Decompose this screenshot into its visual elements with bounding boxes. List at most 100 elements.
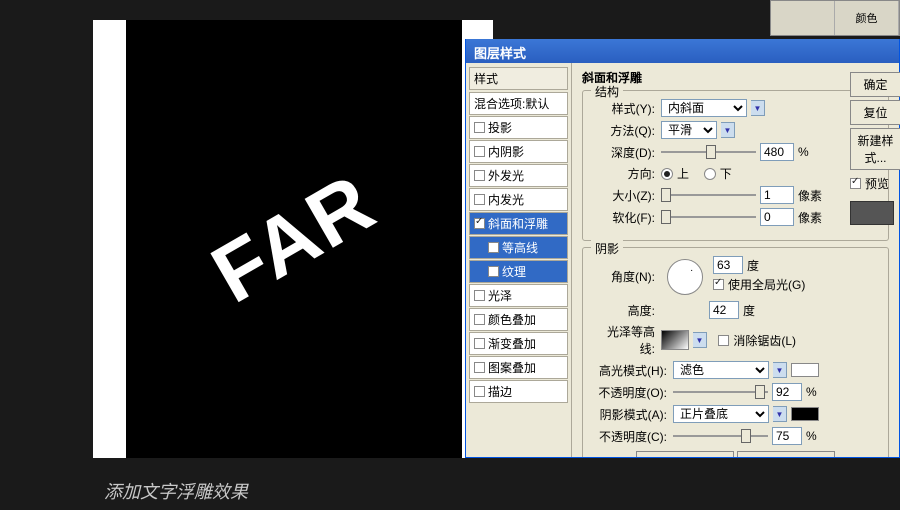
checkbox-icon[interactable] — [474, 194, 485, 205]
style-outer-glow[interactable]: 外发光 — [469, 164, 568, 187]
checkbox-icon[interactable] — [474, 290, 485, 301]
soft-label: 软化(F): — [593, 209, 655, 226]
gloss-label: 光泽等高线: — [593, 323, 655, 357]
section-title: 斜面和浮雕 — [582, 69, 889, 86]
preview-swatch — [850, 201, 894, 225]
deg-label2: 度 — [743, 302, 755, 319]
size-label: 大小(Z): — [593, 187, 655, 204]
deg-label: 度 — [747, 257, 759, 274]
checkbox-icon[interactable] — [474, 386, 485, 397]
style-bevel[interactable]: 斜面和浮雕 — [469, 212, 568, 235]
shading-group: 阴影 角度(N): 度 使用全局光(G) 高度:度 光泽等高线:▼ 消除锯齿(L… — [582, 247, 889, 457]
chevron-down-icon[interactable]: ▼ — [773, 406, 787, 422]
technique-label: 方法(Q): — [593, 122, 655, 139]
style-pattern-overlay[interactable]: 图案叠加 — [469, 356, 568, 379]
canvas-area[interactable]: FAR — [126, 20, 462, 458]
reset-default-button[interactable]: 复位为默认值 — [737, 451, 835, 457]
soft-input[interactable] — [760, 208, 794, 226]
style-inner-shadow[interactable]: 内阴影 — [469, 140, 568, 163]
aa-checkbox[interactable] — [718, 335, 729, 346]
style-drop-shadow[interactable]: 投影 — [469, 116, 568, 139]
dialog-buttons: 确定 复位 新建样式... 预览 — [850, 72, 900, 225]
op2-label: 不透明度(C): — [593, 428, 667, 445]
dir-label: 方向: — [593, 165, 655, 182]
style-texture[interactable]: 纹理 — [469, 260, 568, 283]
caption: 添加文字浮雕效果 — [104, 478, 248, 504]
shading-title: 阴影 — [591, 240, 623, 257]
px-label: 像素 — [798, 187, 822, 204]
px-label2: 像素 — [798, 209, 822, 226]
hl-mode-select[interactable]: 滤色 — [673, 361, 769, 379]
checkbox-icon[interactable] — [474, 122, 485, 133]
depth-slider[interactable] — [661, 144, 756, 160]
checkbox-icon[interactable] — [474, 338, 485, 349]
cancel-button[interactable]: 复位 — [850, 100, 900, 125]
up-label: 上 — [677, 165, 689, 182]
style-inner-glow[interactable]: 内发光 — [469, 188, 568, 211]
aa-label: 消除锯齿(L) — [733, 332, 796, 349]
panel-tabs: 颜色 — [770, 0, 900, 36]
styles-list: 样式 混合选项:默认 投影 内阴影 外发光 内发光 斜面和浮雕 等高线 纹理 光… — [466, 63, 572, 457]
checkbox-icon[interactable] — [474, 146, 485, 157]
sh-color-swatch[interactable] — [791, 407, 819, 421]
panel-tab-color[interactable]: 颜色 — [835, 1, 899, 35]
checkbox-icon[interactable] — [488, 266, 499, 277]
checkbox-icon[interactable] — [474, 362, 485, 373]
structure-title: 结构 — [591, 83, 623, 100]
style-color-overlay[interactable]: 颜色叠加 — [469, 308, 568, 331]
gloss-contour-swatch[interactable] — [661, 330, 689, 350]
checkbox-icon[interactable] — [474, 314, 485, 325]
new-style-button[interactable]: 新建样式... — [850, 128, 900, 170]
dialog-title: 图层样式 — [466, 39, 899, 63]
sh-mode-select[interactable]: 正片叠底 — [673, 405, 769, 423]
alt-label: 高度: — [593, 302, 655, 319]
angle-input[interactable] — [713, 256, 743, 274]
op2-input[interactable] — [772, 427, 802, 445]
preview-label: 预览 — [865, 175, 889, 192]
op1-input[interactable] — [772, 383, 802, 401]
pct2: % — [806, 385, 817, 399]
panel-tab-empty[interactable] — [771, 1, 835, 35]
style-label: 样式(Y): — [593, 100, 655, 117]
ok-button[interactable]: 确定 — [850, 72, 900, 97]
dir-up-radio[interactable] — [661, 168, 673, 180]
chevron-down-icon[interactable]: ▼ — [773, 362, 787, 378]
preview-checkbox[interactable] — [850, 178, 861, 189]
down-label: 下 — [720, 165, 732, 182]
alt-input[interactable] — [709, 301, 739, 319]
style-select[interactable]: 内斜面 — [661, 99, 747, 117]
canvas-text: FAR — [197, 156, 391, 322]
pct-label: % — [798, 145, 809, 159]
global-light-checkbox[interactable] — [713, 279, 724, 290]
checkbox-icon[interactable] — [488, 242, 499, 253]
hl-color-swatch[interactable] — [791, 363, 819, 377]
hl-mode-label: 高光模式(H): — [593, 362, 667, 379]
pct3: % — [806, 429, 817, 443]
size-input[interactable] — [760, 186, 794, 204]
op2-slider[interactable] — [673, 428, 768, 444]
chevron-down-icon[interactable]: ▼ — [693, 332, 707, 348]
checkbox-icon[interactable] — [474, 218, 485, 229]
style-gradient-overlay[interactable]: 渐变叠加 — [469, 332, 568, 355]
style-stroke[interactable]: 描边 — [469, 380, 568, 403]
blend-options[interactable]: 混合选项:默认 — [469, 92, 568, 115]
depth-label: 深度(D): — [593, 144, 655, 161]
op1-slider[interactable] — [673, 384, 768, 400]
global-label: 使用全局光(G) — [728, 276, 805, 293]
size-slider[interactable] — [661, 187, 756, 203]
chevron-down-icon[interactable]: ▼ — [751, 100, 765, 116]
soft-slider[interactable] — [661, 209, 756, 225]
depth-input[interactable] — [760, 143, 794, 161]
style-satin[interactable]: 光泽 — [469, 284, 568, 307]
dir-down-radio[interactable] — [704, 168, 716, 180]
make-default-button[interactable]: 设置为默认值 — [636, 451, 734, 457]
technique-select[interactable]: 平滑 — [661, 121, 717, 139]
style-contour[interactable]: 等高线 — [469, 236, 568, 259]
chevron-down-icon[interactable]: ▼ — [721, 122, 735, 138]
styles-header[interactable]: 样式 — [469, 67, 568, 90]
angle-dial[interactable] — [667, 259, 703, 295]
op1-label: 不透明度(O): — [593, 384, 667, 401]
checkbox-icon[interactable] — [474, 170, 485, 181]
angle-label: 角度(N): — [593, 268, 655, 285]
structure-group: 结构 样式(Y):内斜面▼ 方法(Q):平滑▼ 深度(D):% 方向:上 下 大… — [582, 90, 889, 241]
